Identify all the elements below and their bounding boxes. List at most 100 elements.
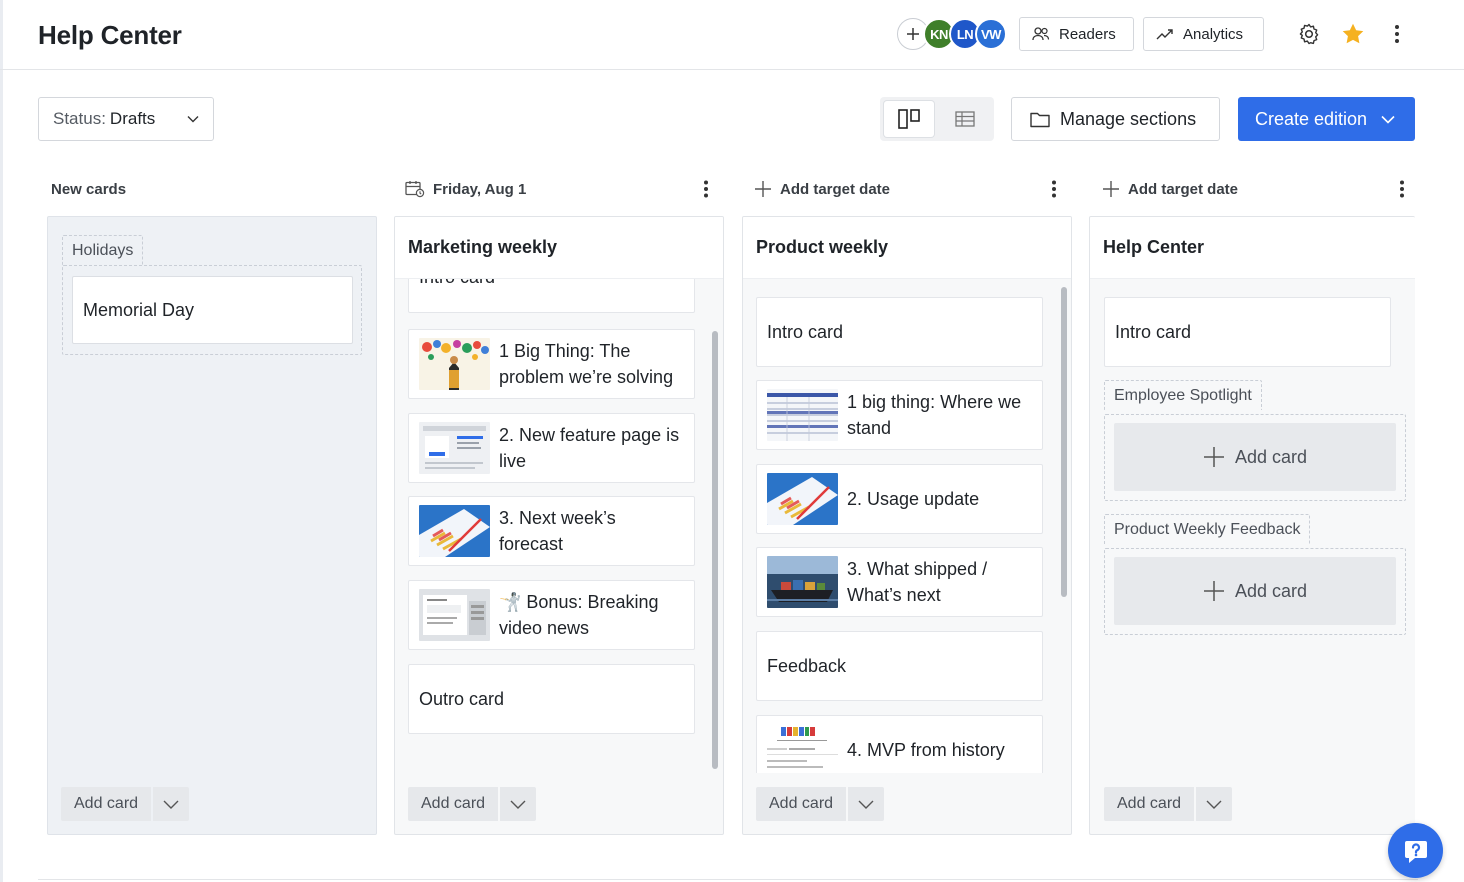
card-outro[interactable]: Outro card	[408, 664, 695, 734]
column-header-label: New cards	[51, 180, 127, 198]
users-icon	[1032, 27, 1050, 41]
settings-button[interactable]	[1293, 18, 1325, 50]
target-date-label[interactable]: Friday, Aug 1	[433, 181, 526, 198]
calendar-icon[interactable]	[405, 180, 425, 198]
readers-label: Readers	[1059, 25, 1116, 43]
avatar-vw[interactable]: VW	[975, 18, 1007, 50]
bottom-divider	[38, 879, 1418, 880]
card-forecast[interactable]: 3. Next week’s forecast	[408, 496, 695, 566]
column-header-date: Friday, Aug 1	[405, 174, 721, 204]
add-card-menu-button[interactable]	[153, 787, 190, 821]
add-card-split-button: Add card	[1104, 787, 1233, 821]
add-card-split-button: Add card	[756, 787, 885, 821]
analytics-label: Analytics	[1183, 25, 1244, 43]
section-tab-product-weekly-feedback[interactable]: Product Weekly Feedback	[1104, 514, 1311, 544]
card-feedback[interactable]: Feedback	[756, 631, 1043, 701]
card-intro[interactable]: Intro card	[408, 279, 695, 313]
column-title: Marketing weekly	[395, 217, 723, 279]
add-card-menu-button[interactable]	[848, 787, 885, 821]
table-view-button[interactable]	[940, 101, 990, 137]
scrollbar-thumb[interactable]	[1061, 287, 1067, 597]
chevron-down-icon	[163, 800, 179, 809]
column-header-add-date-1: Add target date	[754, 174, 1070, 204]
add-card-split-button: Add card	[408, 787, 537, 821]
plus-icon	[907, 28, 919, 40]
board-icon	[898, 109, 920, 129]
column-title: Product weekly	[743, 217, 1071, 279]
readers-button[interactable]: Readers	[1019, 17, 1134, 51]
chevron-down-icon	[1206, 800, 1222, 809]
column-help-center: Help Center Intro card Employee Spotligh…	[1089, 216, 1415, 835]
app-header: Help Center KN LN VW Readers Analytics	[0, 0, 1464, 70]
plus-icon[interactable]	[754, 180, 772, 198]
card-what-shipped[interactable]: 3. What shipped / What’s next	[756, 547, 1043, 617]
card-intro[interactable]: Intro card	[1104, 297, 1391, 367]
add-target-date-link[interactable]: Add target date	[1128, 181, 1238, 198]
chevron-down-icon	[187, 116, 199, 123]
card-usage-update[interactable]: 2. Usage update	[756, 464, 1043, 534]
status-filter-dropdown[interactable]: Status: Drafts	[38, 97, 214, 141]
card-mvp-history[interactable]: 4. MVP from history	[756, 715, 1043, 773]
scrollbar-thumb[interactable]	[712, 331, 718, 769]
more-menu-button[interactable]	[1381, 18, 1413, 50]
manage-sections-label: Manage sections	[1060, 108, 1197, 129]
card-thumbnail	[767, 556, 838, 608]
add-target-date-link[interactable]: Add target date	[780, 181, 890, 198]
kebab-icon[interactable]	[1399, 180, 1405, 198]
column-header-add-date-2: Add target date	[1102, 174, 1418, 204]
add-card-button[interactable]: Add card	[408, 787, 499, 821]
plus-icon	[1203, 581, 1224, 601]
plus-icon[interactable]	[1102, 180, 1120, 198]
folder-icon	[1030, 112, 1050, 127]
analytics-button[interactable]: Analytics	[1143, 17, 1264, 51]
kebab-icon[interactable]	[703, 180, 709, 198]
card-memorial-day[interactable]: Memorial Day	[72, 276, 353, 344]
view-toggle	[880, 97, 994, 141]
card-thumbnail	[419, 589, 490, 641]
trend-up-icon	[1156, 29, 1173, 40]
create-edition-button[interactable]: Create edition	[1238, 97, 1415, 141]
card-thumbnail	[767, 473, 838, 525]
column-product-weekly: Product weekly Intro card 1 big thing: W…	[742, 216, 1072, 835]
gear-icon	[1299, 23, 1319, 45]
card-thumbnail	[767, 724, 838, 773]
help-chat-icon	[1404, 840, 1427, 863]
add-card-button[interactable]: Add card	[756, 787, 847, 821]
section-product-weekly-feedback: Add card	[1104, 548, 1406, 635]
column-new-cards: Holidays Memorial Day Add card	[47, 216, 377, 835]
card-big-thing[interactable]: 1 big thing: Where we stand	[756, 380, 1043, 450]
section-tab-holidays[interactable]: Holidays	[62, 235, 144, 265]
favorite-button[interactable]	[1337, 18, 1369, 50]
card-thumbnail	[767, 389, 838, 441]
add-card-menu-button[interactable]	[500, 787, 537, 821]
kebab-icon	[1395, 25, 1399, 43]
chevron-down-icon	[858, 800, 874, 809]
section-add-card-button[interactable]: Add card	[1114, 557, 1396, 625]
card-big-thing[interactable]: 1 Big Thing: The problem we’re solving	[408, 329, 695, 399]
create-edition-label: Create edition	[1255, 108, 1368, 129]
card-intro[interactable]: Intro card	[756, 297, 1043, 367]
board-view-button[interactable]	[884, 101, 934, 137]
help-chat-button[interactable]	[1388, 823, 1443, 878]
section-employee-spotlight: Add card	[1104, 414, 1406, 501]
card-new-feature[interactable]: 2. New feature page is live	[408, 413, 695, 483]
card-list: Intro card 1 big thing: Where we stand 2…	[743, 279, 1071, 773]
chevron-down-icon	[510, 800, 526, 809]
status-filter-key: Status:	[53, 109, 106, 128]
add-card-button[interactable]: Add card	[61, 787, 152, 821]
card-bonus[interactable]: 🤺 Bonus: Breaking video news	[408, 580, 695, 650]
section-holidays: Memorial Day	[62, 265, 362, 355]
add-card-button[interactable]: Add card	[1104, 787, 1195, 821]
column-title: Help Center	[1090, 217, 1415, 279]
status-filter-value: Drafts	[109, 109, 156, 128]
section-add-card-button[interactable]: Add card	[1114, 423, 1396, 491]
section-tab-employee-spotlight[interactable]: Employee Spotlight	[1104, 380, 1262, 410]
kebab-icon[interactable]	[1051, 180, 1057, 198]
manage-sections-button[interactable]: Manage sections	[1011, 97, 1220, 141]
add-card-split-button: Add card	[61, 787, 190, 821]
star-icon	[1342, 23, 1364, 44]
add-card-menu-button[interactable]	[1196, 787, 1233, 821]
plus-icon	[1203, 447, 1224, 467]
card-list: Intro card 1 Big Thing: The problem we’r…	[395, 279, 723, 773]
column-header-new-cards: New cards	[51, 174, 126, 204]
